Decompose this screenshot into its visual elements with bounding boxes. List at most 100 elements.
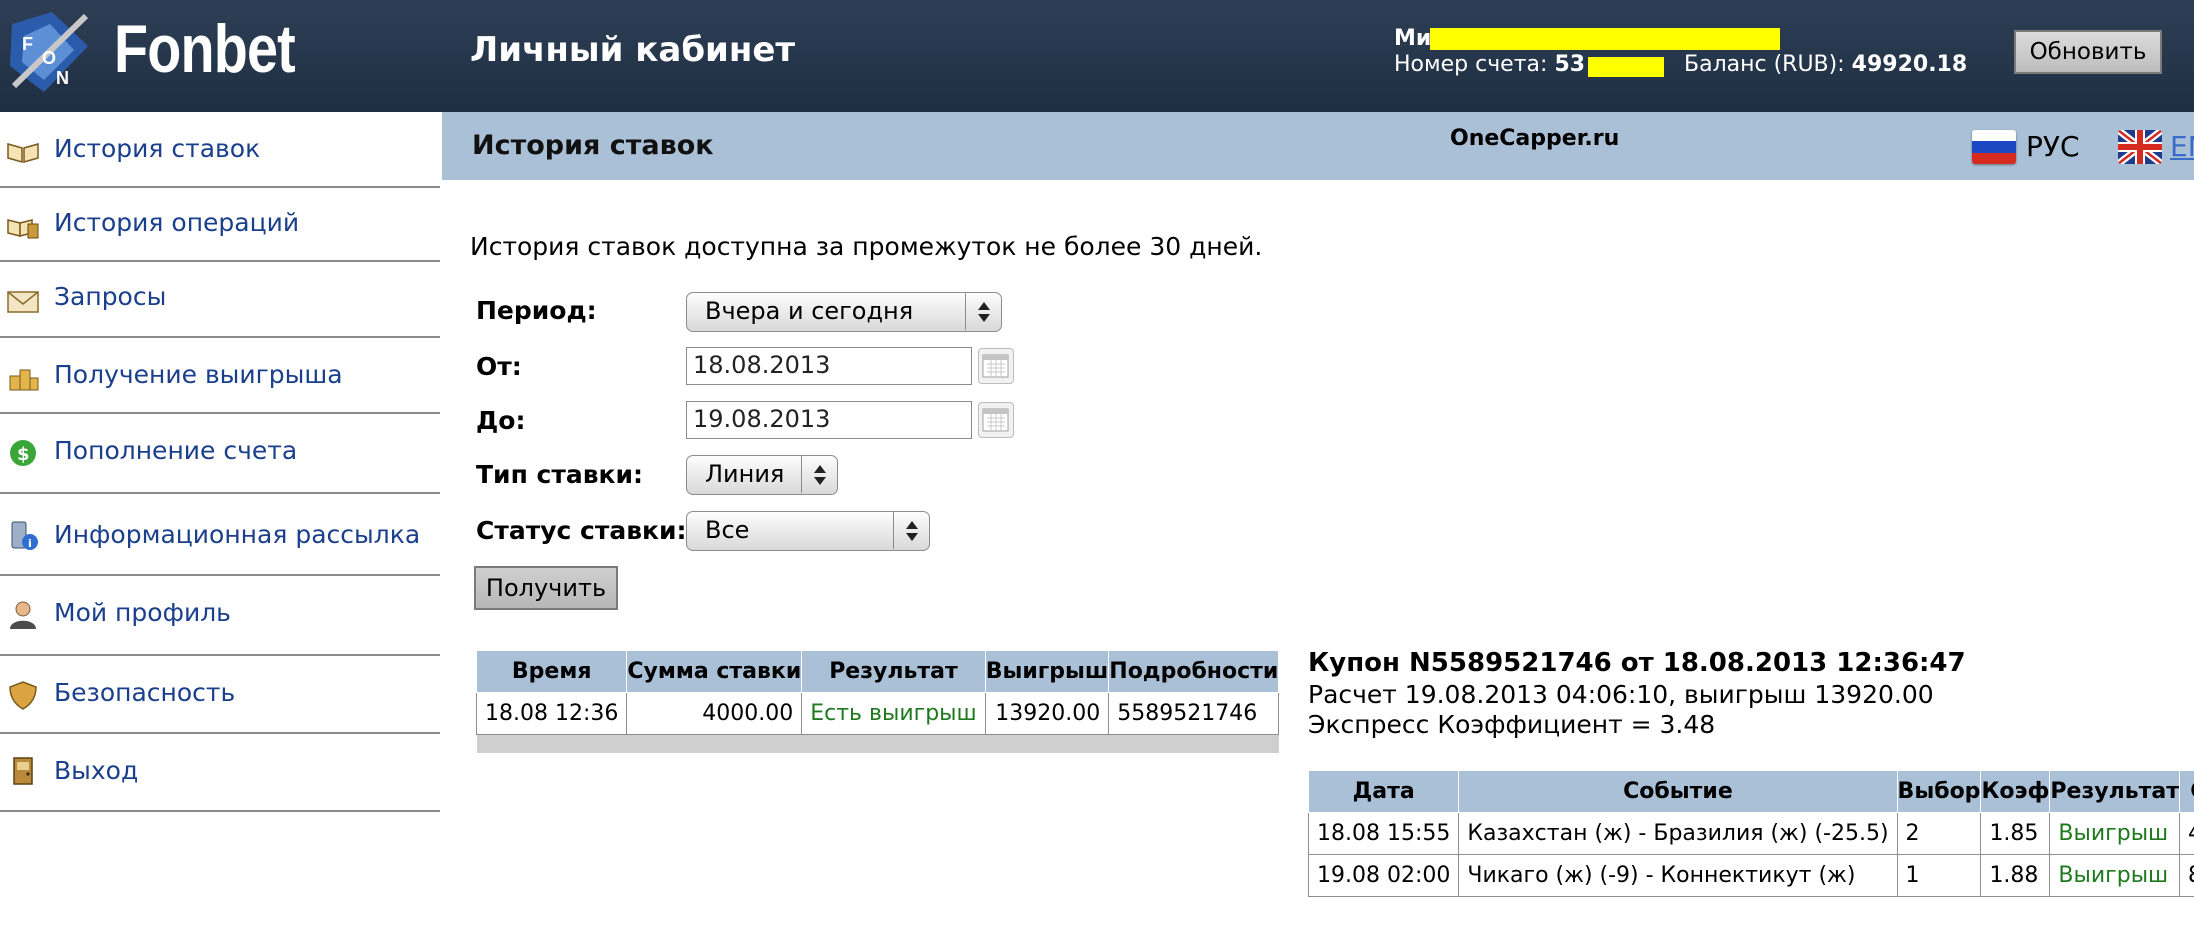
- column-header: Дата: [1307, 770, 1460, 813]
- books-icon: [7, 219, 39, 239]
- bet-amount: 4000.00: [626, 692, 803, 735]
- sidebar-item-newsletter[interactable]: i Информационная рассылка: [0, 494, 440, 576]
- column-header: Сумма ставки: [626, 650, 803, 693]
- table-row: 19.08 02:00 Чикаго (ж) (-9) - Коннектику…: [1307, 854, 2194, 897]
- sidebar-item-label: Информационная рассылка: [54, 520, 421, 549]
- open-book-icon: [7, 143, 39, 163]
- table-row[interactable]: 18.08 12:36 4000.00 Есть выигрыш 13920.0…: [475, 692, 1280, 735]
- top-header: F O N Fonbet Личный кабинет Ми Номер сче…: [0, 0, 2194, 112]
- table-header-row: Время Сумма ставки Результат Выигрыш Под…: [475, 650, 1280, 693]
- table-header-row: Дата Событие Выбор Коэф Результат Счет: [1307, 770, 2194, 813]
- redaction-bar: [1430, 28, 1780, 50]
- period-select-value: Вчера и сегодня: [705, 297, 914, 325]
- event-name: Чикаго (ж) (-9) - Коннектикут (ж): [1458, 854, 1898, 897]
- balance-label: Баланс (RUB):: [1684, 52, 1845, 77]
- sidebar-item-label: Мой профиль: [54, 598, 231, 627]
- coins-icon: [9, 369, 39, 391]
- russian-flag-icon[interactable]: [1972, 130, 2016, 164]
- envelope-icon: [7, 291, 39, 313]
- sidebar-item-label: Безопасность: [54, 678, 236, 707]
- period-label: Период:: [476, 296, 597, 325]
- bet-time: 18.08 12:36: [475, 692, 628, 735]
- bet-type-select-value: Линия: [705, 460, 785, 488]
- sidebar-item-logout[interactable]: Выход: [0, 734, 440, 812]
- sidebar-item-operations-history[interactable]: История операций: [0, 188, 440, 262]
- column-header: Время: [475, 650, 628, 693]
- column-header: Выбор: [1896, 770, 1982, 813]
- shield-icon: [9, 681, 37, 710]
- to-date-input[interactable]: 19.08.2013: [686, 401, 972, 439]
- sidebar-item-withdrawal[interactable]: Получение выигрыша: [0, 338, 440, 414]
- column-header: Счет: [2178, 770, 2194, 813]
- account-number: Номер счета: 53: [1394, 52, 1585, 77]
- svg-text:F: F: [22, 34, 33, 54]
- sidebar-item-label: История операций: [54, 208, 300, 237]
- event-result: Выигрыш: [2049, 854, 2180, 897]
- info-phone-icon: i: [11, 521, 38, 550]
- event-score: 43:75: [2178, 812, 2194, 855]
- sidebar-item-label: Пополнение счета: [54, 436, 298, 465]
- uk-flag-icon[interactable]: [2118, 130, 2162, 164]
- from-date-input[interactable]: 18.08.2013: [686, 347, 972, 385]
- fonbet-logo[interactable]: F O N Fonbet: [0, 0, 440, 112]
- bet-type-label: Тип ставки:: [476, 460, 644, 489]
- select-arrows-icon: [893, 512, 929, 549]
- sidebar-item-security[interactable]: Безопасность: [0, 656, 440, 734]
- event-name: Казахстан (ж) - Бразилия (ж) (-25.5): [1458, 812, 1898, 855]
- from-calendar-icon[interactable]: [978, 348, 1014, 384]
- sidebar-item-deposit[interactable]: $ Пополнение счета: [0, 414, 440, 494]
- bet-type-select[interactable]: Линия: [686, 455, 838, 495]
- sidebar-item-requests[interactable]: Запросы: [0, 262, 440, 338]
- svg-text:O: O: [42, 48, 56, 68]
- exit-door-icon: [13, 757, 33, 785]
- event-date: 18.08 15:55: [1307, 812, 1460, 855]
- user-name: Ми: [1394, 26, 1432, 51]
- sidebar-item-label: История ставок: [54, 134, 261, 163]
- event-odds: 1.85: [1980, 812, 2051, 855]
- sidebar: История ставок История операций Запросы …: [0, 112, 440, 812]
- event-date: 19.08 02:00: [1307, 854, 1460, 897]
- language-en-link[interactable]: EN: [2170, 130, 2194, 163]
- column-header: Подробности: [1108, 650, 1280, 693]
- balance-value: 49920.18: [1851, 52, 1968, 77]
- dollar-icon: $: [10, 440, 36, 466]
- section-title: История ставок: [472, 130, 714, 161]
- column-header: Коэф: [1980, 770, 2051, 813]
- coupon-express-odds: Экспресс Коэффициент = 3.48: [1308, 710, 1716, 739]
- bet-status-select[interactable]: Все: [686, 511, 930, 551]
- get-button[interactable]: Получить: [474, 566, 618, 610]
- refresh-button[interactable]: Обновить: [2014, 30, 2162, 74]
- sidebar-item-label: Запросы: [54, 282, 167, 311]
- section-header: История ставок OneCapper.ru РУС EN: [442, 112, 2194, 180]
- sidebar-item-label: Получение выигрыша: [54, 360, 343, 389]
- to-label: До:: [476, 406, 526, 435]
- balance: Баланс (RUB): 49920.18: [1684, 52, 1967, 77]
- period-select[interactable]: Вчера и сегодня: [686, 292, 1002, 332]
- column-header: Выигрыш: [984, 650, 1110, 693]
- bet-status-label: Статус ставки:: [476, 516, 687, 545]
- column-header: Событие: [1458, 770, 1898, 813]
- event-pick: 1: [1896, 854, 1982, 897]
- svg-text:$: $: [17, 444, 30, 465]
- account-value: 53: [1554, 52, 1586, 77]
- select-arrows-icon: [965, 293, 1001, 330]
- logo-emblem-icon: F O N: [10, 12, 89, 92]
- svg-text:N: N: [56, 68, 69, 88]
- coupon-settlement: Расчет 19.08.2013 04:06:10, выигрыш 1392…: [1308, 680, 1934, 709]
- bet-result: Есть выигрыш: [801, 692, 986, 735]
- sidebar-item-label: Выход: [54, 756, 139, 785]
- bet-winnings: 13920.00: [984, 692, 1110, 735]
- to-calendar-icon[interactable]: [978, 402, 1014, 438]
- history-notice: История ставок доступна за промежуток не…: [470, 232, 1263, 261]
- event-odds: 1.88: [1980, 854, 2051, 897]
- bet-details-link[interactable]: 5589521746: [1108, 692, 1280, 735]
- coupon-heading: Купон N5589521746 от 18.08.2013 12:36:47: [1308, 648, 1966, 678]
- language-ru-link[interactable]: РУС: [2026, 130, 2080, 163]
- table-footer: [476, 734, 1279, 753]
- from-label: От:: [476, 352, 522, 381]
- account-label: Номер счета:: [1394, 52, 1548, 77]
- event-result: Выигрыш: [2049, 812, 2180, 855]
- sidebar-item-profile[interactable]: Мой профиль: [0, 576, 440, 656]
- sidebar-item-bet-history[interactable]: История ставок: [0, 112, 440, 188]
- select-arrows-icon: [801, 456, 837, 493]
